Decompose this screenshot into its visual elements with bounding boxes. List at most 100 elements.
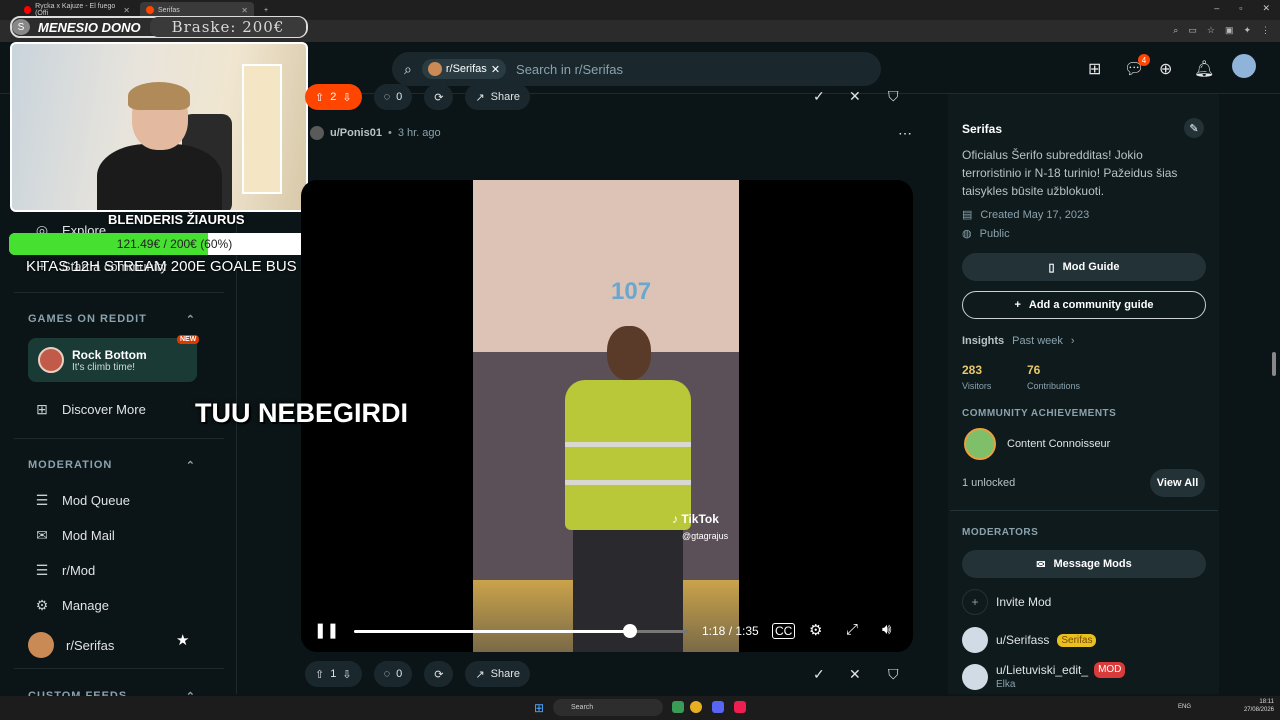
crosspost-icon: ⟳: [434, 91, 444, 104]
video-frame: 107: [473, 180, 739, 652]
share-button[interactable]: ↗ Share: [465, 661, 531, 687]
close-tab-icon[interactable]: ✕: [123, 6, 130, 15]
fullscreen-icon[interactable]: ⤢: [846, 621, 858, 638]
taskbar-search[interactable]: Search: [553, 699, 663, 716]
cast-icon[interactable]: ▭: [1188, 25, 1197, 36]
game-card-rock-bottom[interactable]: Rock Bottom It's climb time!: [28, 338, 197, 382]
tiktok-username: @gtagrajus: [682, 531, 729, 541]
volume-icon[interactable]: 🔊︎: [882, 621, 891, 638]
achievement-badge-icon: [964, 428, 996, 460]
downvote-icon[interactable]: ⇩: [342, 668, 351, 681]
moderation-section-header[interactable]: MODERATION ⌃: [28, 459, 196, 472]
approve-icon[interactable]: ✓: [813, 666, 825, 683]
video-seek-handle[interactable]: [622, 624, 637, 638]
search-input[interactable]: Search in r/Serifas: [516, 62, 623, 77]
author-avatar[interactable]: [310, 126, 324, 140]
search-community-chip[interactable]: r/Serifas ✕: [421, 59, 507, 79]
menu-icon[interactable]: ⋮: [1261, 25, 1270, 36]
shield-icon[interactable]: ⛉: [888, 88, 899, 105]
moderator-row[interactable]: u/Lietuviski_edit_ MOD Elka: [962, 662, 1126, 692]
video-person-vest: [565, 380, 691, 530]
games-section-header[interactable]: GAMES ON REDDIT ⌃: [28, 313, 196, 326]
comments-button[interactable]: ◌ 0: [373, 84, 413, 110]
language-indicator[interactable]: ENG: [1178, 704, 1191, 710]
search-bar[interactable]: ⌕ r/Serifas ✕ Search in r/Serifas: [392, 52, 881, 86]
upvote-icon[interactable]: ⇧: [315, 668, 324, 681]
puzzle-icon[interactable]: ✦: [1243, 25, 1251, 36]
new-badge: NEW: [177, 335, 200, 344]
mod-guide-button[interactable]: ▯ Mod Guide: [962, 253, 1206, 281]
page-scrollbar[interactable]: [1272, 352, 1276, 376]
crosspost-icon: ⟳: [434, 668, 444, 681]
video-seek-bar[interactable]: [354, 624, 688, 638]
invite-mod-row[interactable]: + Invite Mod: [962, 589, 1051, 615]
message-mods-button[interactable]: ✉ Message Mods: [962, 550, 1206, 578]
favorite-star-icon[interactable]: ★: [176, 631, 189, 649]
sidebar-item-r-serifas[interactable]: r/Serifas: [28, 632, 114, 658]
minimize-icon[interactable]: –: [1214, 3, 1219, 14]
upvote-icon[interactable]: ⇧: [315, 91, 324, 104]
crosspost-button[interactable]: ⟳: [424, 84, 454, 110]
maximize-icon[interactable]: ▫: [1239, 3, 1242, 14]
sidebar-item-mod-mail[interactable]: ✉ Mod Mail: [34, 527, 115, 544]
bookmark-star-icon[interactable]: ☆: [1207, 25, 1215, 36]
plus-icon: +: [1014, 299, 1021, 311]
share-button[interactable]: ↗ Share: [465, 84, 531, 110]
moderator-row[interactable]: u/Serifass Serifas: [962, 627, 1097, 653]
edit-pencil-icon[interactable]: ✎: [1184, 118, 1204, 138]
share-icon: ↗: [475, 91, 485, 104]
notifications-bell-icon[interactable]: 🔔︎: [1194, 59, 1214, 79]
insights-row[interactable]: Insights Past week ›: [962, 335, 1075, 347]
community-description: Oficialus Šerifo subredditas! Jokio terr…: [962, 148, 1178, 198]
mail-icon: ✉: [36, 527, 48, 543]
app-icon[interactable]: [672, 701, 684, 713]
sidebar-item-mod-queue[interactable]: ☰ Mod Queue: [34, 492, 130, 509]
shield-icon[interactable]: ⛉: [888, 666, 899, 683]
remove-icon[interactable]: ✕: [849, 666, 861, 683]
notification-count-badge: 4: [1138, 54, 1150, 66]
achievement-name[interactable]: Content Connoisseur: [1007, 438, 1110, 450]
settings-gear-icon[interactable]: ⚙: [809, 621, 822, 639]
captions-icon[interactable]: CC: [772, 623, 796, 639]
video-caption: TUU NEBEGIRDI: [195, 398, 409, 428]
close-tab-icon[interactable]: ✕: [241, 6, 248, 15]
user-avatar[interactable]: [1232, 54, 1256, 78]
share-icon: ↗: [475, 668, 485, 681]
webcam-door: [242, 64, 282, 194]
vote-control[interactable]: ⇧ 1 ⇩: [305, 661, 362, 687]
community-avatar: [427, 62, 442, 76]
pause-icon[interactable]: ❚❚: [314, 621, 339, 639]
downvote-icon[interactable]: ⇩: [342, 91, 351, 104]
tiktok-app-icon[interactable]: [734, 701, 746, 713]
taskbar-clock[interactable]: 18:11 27/08/2026: [1244, 698, 1274, 714]
close-window-icon[interactable]: ✕: [1262, 3, 1270, 14]
more-options-icon[interactable]: ⋯: [898, 125, 912, 142]
video-wall: [473, 180, 739, 352]
gamepad-icon: ⊞: [36, 401, 48, 417]
windows-start-icon[interactable]: ⊞: [534, 701, 544, 715]
comments-button[interactable]: ◌ 0: [373, 661, 413, 687]
discord-icon[interactable]: [712, 701, 724, 713]
add-community-guide-button[interactable]: + Add a community guide: [962, 291, 1206, 319]
goal-progress-bar: 121.49€ / 200€ (60%): [9, 233, 340, 255]
sidebar-item-manage[interactable]: ⚙ Manage: [34, 597, 109, 614]
sidebar-item-discover-more[interactable]: ⊞ Discover More: [34, 401, 146, 418]
clear-chip-icon[interactable]: ✕: [491, 63, 500, 76]
crosspost-button[interactable]: ⟳: [424, 661, 454, 687]
post-author[interactable]: u/Ponis01: [330, 127, 382, 139]
cake-icon: ▤: [962, 209, 973, 221]
globe-icon: ◍: [962, 228, 972, 240]
approve-icon[interactable]: ✓: [813, 88, 825, 105]
zoom-icon[interactable]: ⌕: [1173, 25, 1178, 36]
view-all-button[interactable]: View All: [1150, 469, 1205, 497]
remove-icon[interactable]: ✕: [849, 88, 861, 105]
achievements-heading: COMMUNITY ACHIEVEMENTS: [962, 408, 1117, 419]
extension-icon[interactable]: ▣: [1225, 25, 1234, 36]
contributions-label: Contributions: [1027, 381, 1081, 391]
advertise-icon[interactable]: ⊞: [1088, 59, 1101, 79]
create-post-icon[interactable]: ⊕: [1159, 59, 1172, 79]
chrome-icon[interactable]: [690, 701, 702, 713]
vote-control[interactable]: ⇧ 2 ⇩: [305, 84, 362, 110]
community-visibility: ◍ Public: [962, 227, 1010, 241]
sidebar-item-r-mod[interactable]: ☰ r/Mod: [34, 562, 96, 579]
